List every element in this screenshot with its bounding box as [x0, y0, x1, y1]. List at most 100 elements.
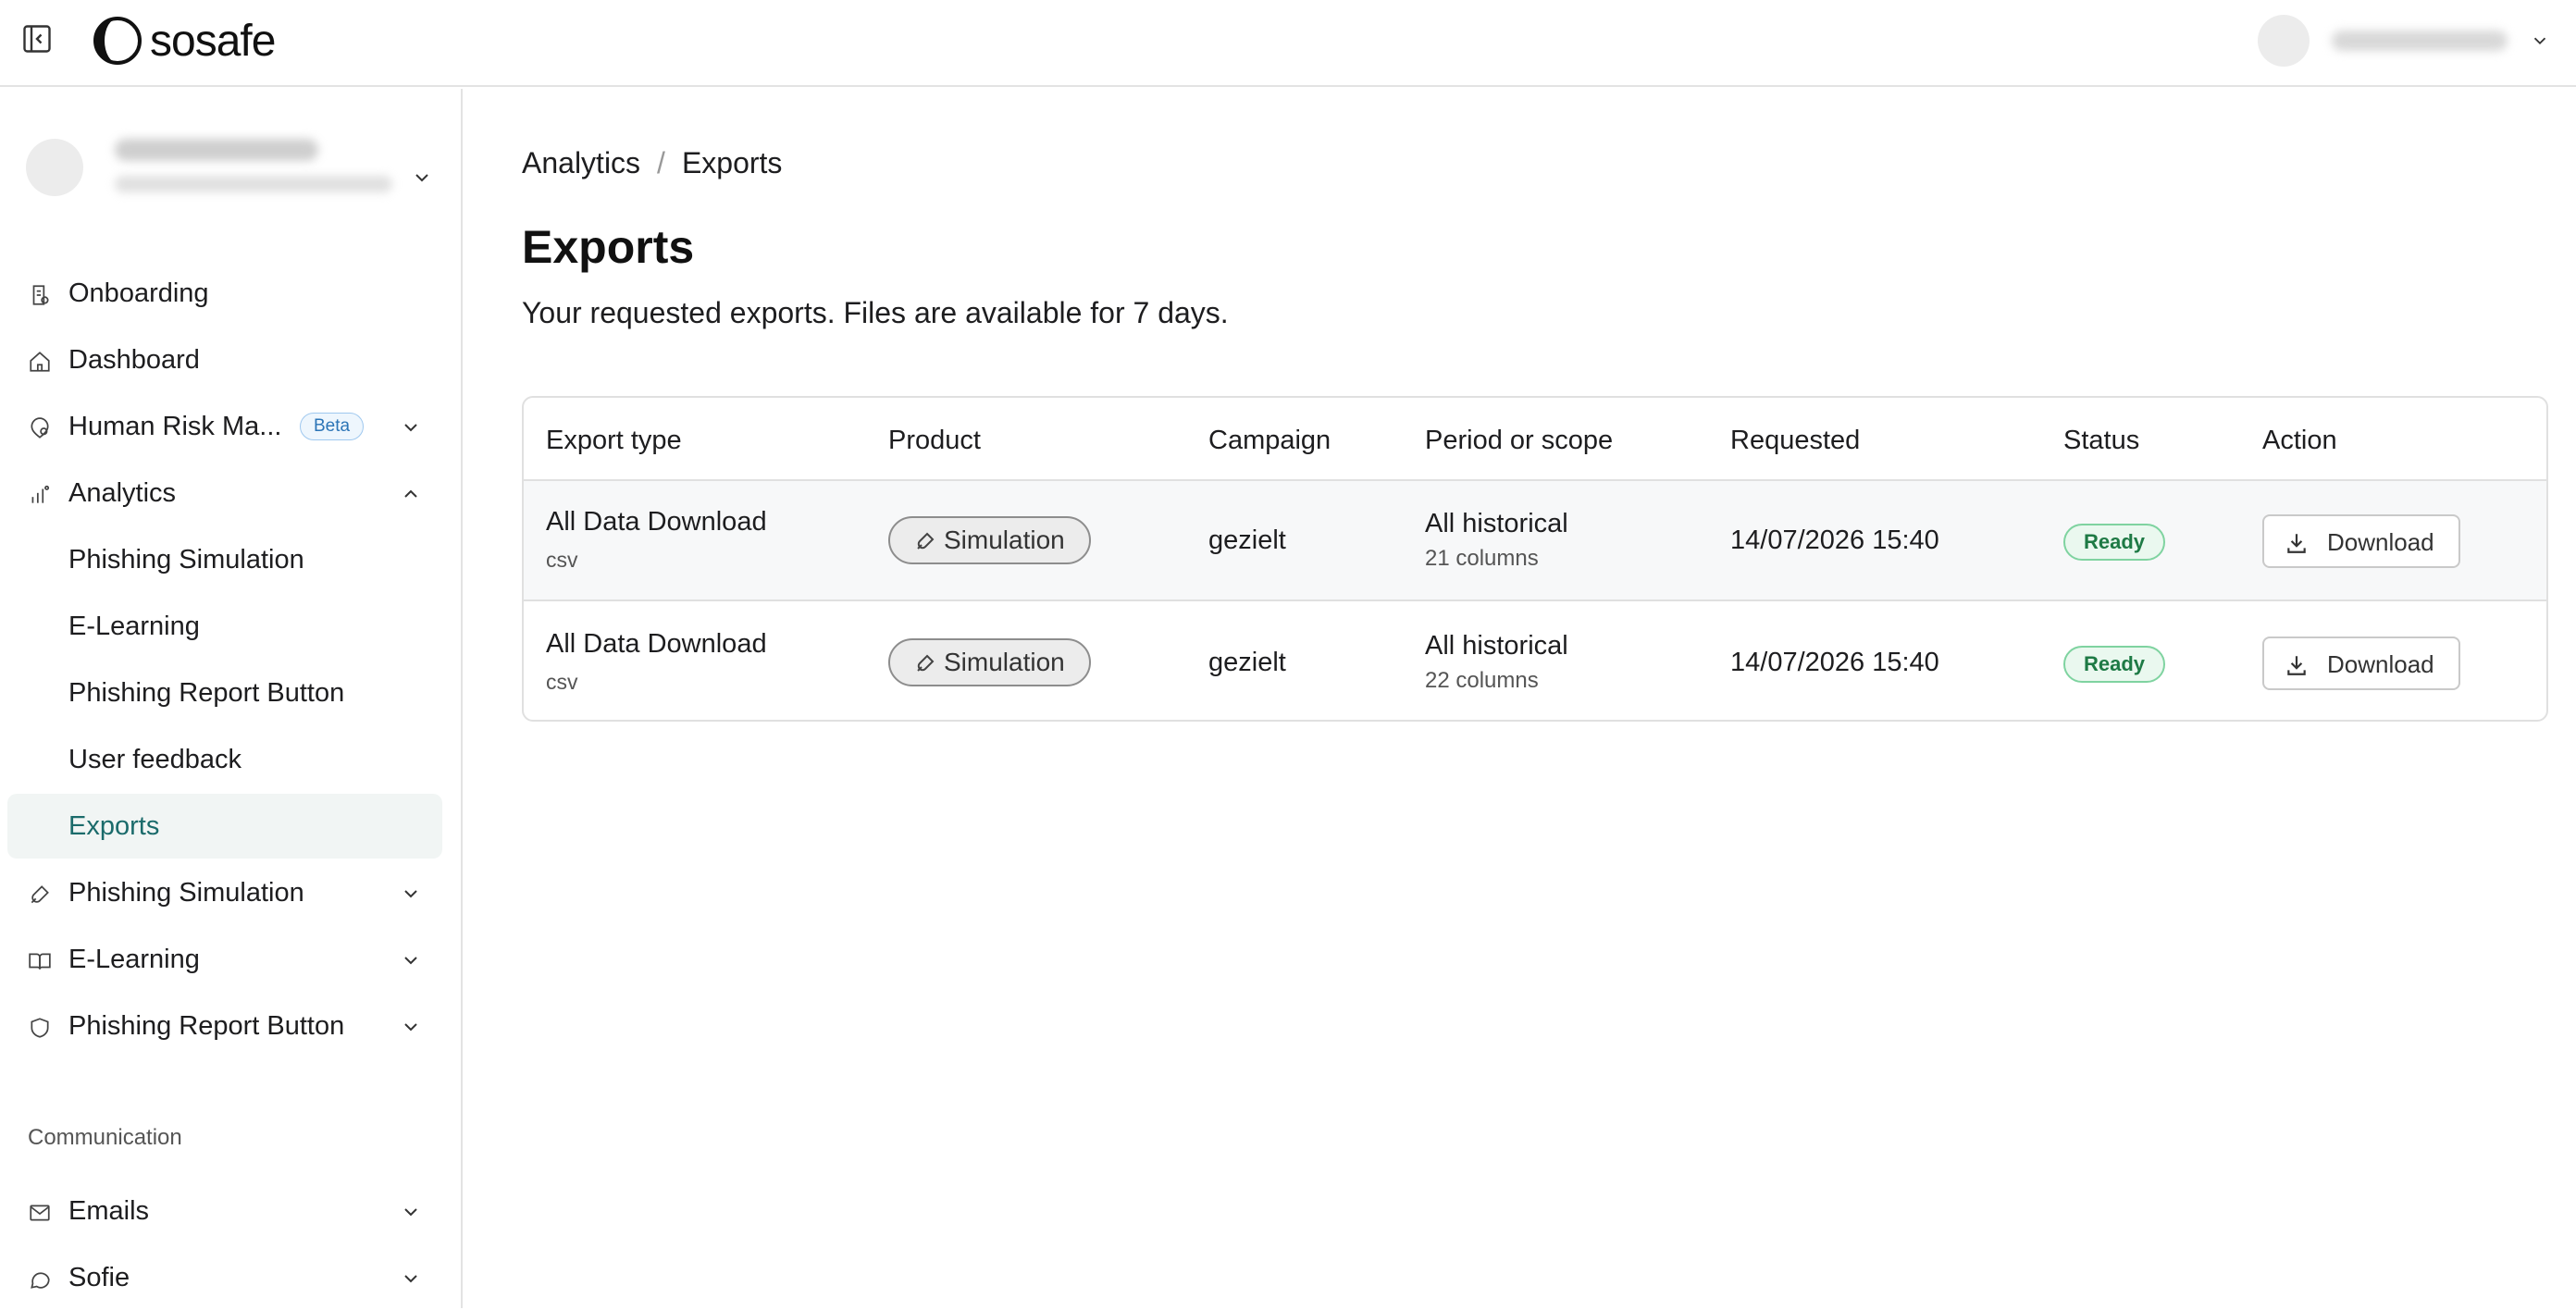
risk-icon [26, 414, 54, 442]
user-name-redacted [2332, 31, 2508, 51]
breadcrumb-analytics[interactable]: Analytics [522, 146, 640, 180]
breadcrumb: Analytics / Exports [522, 146, 782, 180]
top-bar: sosafe [0, 0, 2576, 87]
chevron-down-icon [404, 890, 417, 898]
product-label: Simulation [944, 648, 1065, 676]
campaign: gezielt [1208, 525, 1286, 555]
chevron-down-icon [404, 1275, 417, 1283]
sidebar-subitem-exports[interactable]: Exports [7, 794, 442, 859]
status-badge: Ready [2063, 524, 2166, 561]
chevron-down-icon [404, 1023, 417, 1032]
sidebar-item-analytics[interactable]: Analytics [7, 461, 442, 525]
org-avatar [26, 139, 83, 196]
sidebar-item-e-learning[interactable]: E-Learning [7, 927, 442, 992]
download-button[interactable]: Download [2262, 636, 2460, 690]
sidebar-item-label: Phishing Report Button [68, 1010, 345, 1041]
column-header-campaign: Campaign [1208, 426, 1331, 455]
sidebar-item-label: Analytics [68, 477, 177, 508]
hook-icon [917, 654, 935, 672]
column-header-action: Action [2262, 426, 2337, 455]
chevron-down-icon [404, 1208, 417, 1217]
home-icon [26, 348, 54, 376]
requested-date: 14/07/2026 15:40 [1730, 525, 1939, 555]
breadcrumb-separator: / [657, 146, 665, 179]
org-subtitle-redacted [115, 176, 392, 192]
sidebar-item-label: Sofie [68, 1262, 130, 1292]
column-header-status: Status [2063, 426, 2140, 455]
organization-switcher[interactable] [26, 131, 433, 198]
sidebar-item-onboarding[interactable]: Onboarding [7, 261, 442, 326]
bar-chart-icon [26, 481, 54, 509]
beta-badge: Beta [300, 413, 365, 440]
sidebar: Onboarding Dashboard Human Risk Ma... Be… [0, 89, 463, 1308]
sidebar-subitem-phishing-simulation[interactable]: Phishing Simulation [7, 527, 442, 592]
sidebar-item-phishing-report-button[interactable]: Phishing Report Button [7, 994, 442, 1058]
brand-name: sosafe [150, 16, 276, 66]
exports-table: Export type Product Campaign Period or s… [522, 396, 2548, 722]
export-format: csv [546, 548, 578, 572]
chat-bubble-icon [26, 1266, 54, 1293]
sidebar-item-emails[interactable]: Emails [7, 1179, 442, 1243]
table-row: All Data Download csv Simulation gezielt… [524, 481, 2546, 601]
table-header: Export type Product Campaign Period or s… [524, 398, 2546, 481]
chevron-up-icon [404, 489, 417, 498]
chevron-down-icon [2533, 37, 2546, 45]
sidebar-item-label: User feedback [68, 744, 242, 774]
book-icon [26, 947, 54, 975]
column-header-export-type: Export type [546, 426, 682, 455]
sidebar-item-label: E-Learning [68, 611, 200, 641]
sidebar-item-label: Human Risk Ma... [68, 411, 282, 441]
hook-icon [26, 881, 54, 908]
sidebar-item-label: Emails [68, 1195, 150, 1226]
sidebar-item-dashboard[interactable]: Dashboard [7, 328, 442, 392]
export-type: All Data Download [546, 507, 767, 537]
export-format: csv [546, 670, 578, 694]
sidebar-item-label: Phishing Simulation [68, 544, 304, 575]
avatar [2258, 15, 2310, 67]
column-header-requested: Requested [1730, 426, 1861, 455]
download-icon [2287, 656, 2306, 675]
download-label: Download [2327, 528, 2434, 556]
page-title: Exports [522, 221, 695, 273]
page-description: Your requested exports. Files are availa… [522, 296, 1229, 329]
sidebar-item-label: Exports [68, 810, 160, 841]
shield-icon [26, 1014, 54, 1042]
column-header-period: Period or scope [1425, 426, 1614, 455]
sidebar-item-sofie[interactable]: Sofie [7, 1245, 442, 1310]
sidebar-item-label: Onboarding [68, 278, 209, 308]
sidebar-subitem-e-learning[interactable]: E-Learning [7, 594, 442, 659]
columns-count: 22 columns [1425, 668, 1539, 693]
brand-logo[interactable]: sosafe [93, 13, 276, 68]
breadcrumb-exports: Exports [681, 146, 783, 179]
sidebar-item-phishing-simulation[interactable]: Phishing Simulation [7, 860, 442, 925]
download-icon [2287, 534, 2306, 553]
hook-icon [917, 532, 935, 550]
sidebar-subitem-phishing-report-button[interactable]: Phishing Report Button [7, 661, 442, 725]
sidebar-subitem-user-feedback[interactable]: User feedback [7, 727, 442, 792]
chevron-down-icon [404, 424, 417, 432]
period: All historical [1425, 509, 1568, 538]
sidebar-item-label: Phishing Report Button [68, 677, 345, 708]
sidebar-item-label: Phishing Simulation [68, 877, 304, 908]
column-header-product: Product [888, 426, 981, 455]
section-label-communication: Communication [28, 1125, 182, 1150]
download-button[interactable]: Download [2262, 514, 2460, 568]
sidebar-item-human-risk[interactable]: Human Risk Ma... Beta [7, 394, 442, 459]
checklist-icon [26, 281, 54, 309]
table-row: All Data Download csv Simulation gezielt… [524, 603, 2546, 720]
period: All historical [1425, 631, 1568, 661]
sidebar-toggle-icon[interactable] [19, 20, 56, 57]
columns-count: 21 columns [1425, 546, 1539, 571]
sosafe-logo-icon [93, 17, 142, 65]
sidebar-item-label: Dashboard [68, 344, 200, 375]
chevron-down-icon [404, 957, 417, 965]
status-badge: Ready [2063, 646, 2166, 683]
export-type: All Data Download [546, 629, 767, 659]
product-chip: Simulation [888, 638, 1091, 686]
org-name-redacted [115, 139, 318, 161]
product-chip: Simulation [888, 516, 1091, 564]
download-label: Download [2327, 650, 2434, 678]
product-label: Simulation [944, 525, 1065, 554]
user-menu[interactable] [2258, 15, 2550, 67]
chevron-down-icon [415, 174, 428, 182]
